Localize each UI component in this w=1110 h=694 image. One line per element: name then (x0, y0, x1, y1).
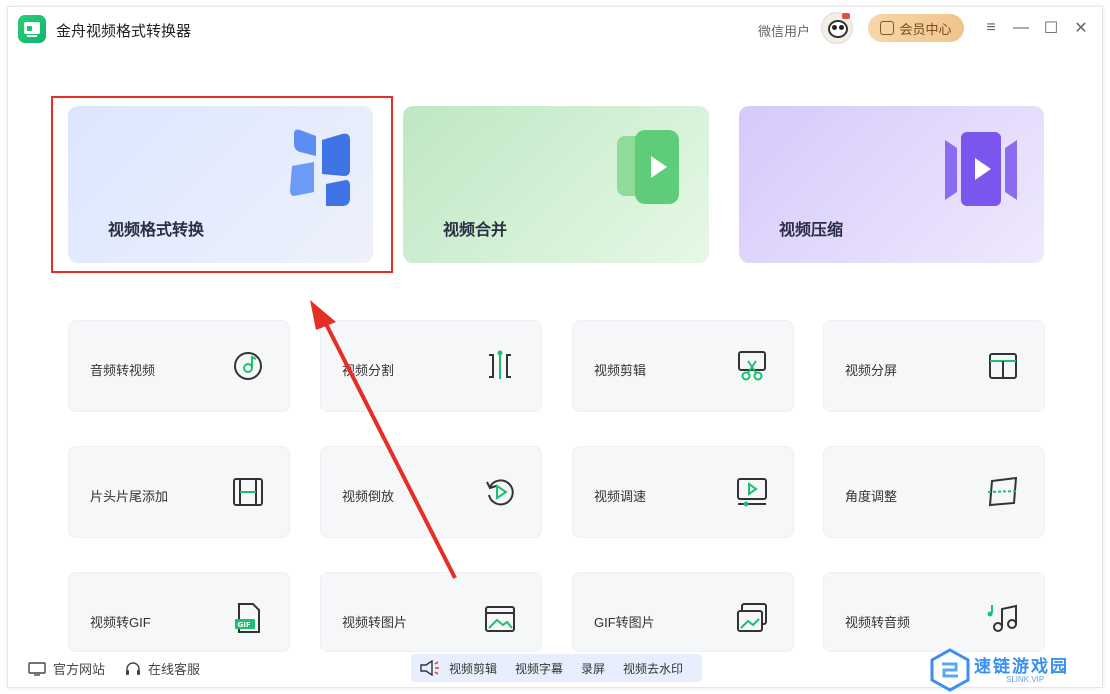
quick-link-remove-watermark[interactable]: 视频去水印 (623, 660, 683, 677)
music-notes-icon (987, 604, 1017, 632)
minimize-button[interactable]: — (1010, 17, 1032, 39)
feature-card-label: 视频压缩 (779, 222, 844, 239)
gif-file-icon: GIF (235, 603, 260, 633)
headset-icon (126, 661, 141, 675)
feature-card-merge[interactable]: 视频合并 (403, 106, 709, 263)
music-disc-icon (234, 352, 262, 380)
tool-gif-to-image[interactable]: GIF转图片 (572, 572, 794, 652)
tool-label: 视频分割 (342, 363, 395, 378)
tool-intro-outro[interactable]: 片头片尾添加 (68, 446, 290, 538)
tool-label: 视频倒放 (342, 489, 395, 504)
watermark-logo: 速链游戏园 SLINK.VIP (928, 648, 1108, 692)
gif-picture-icon (737, 603, 767, 632)
tool-label: 片头片尾添加 (90, 489, 169, 504)
rewind-play-icon (486, 479, 514, 506)
compress-video-icon (945, 132, 1017, 206)
quick-link-subtitles[interactable]: 视频字幕 (515, 660, 563, 677)
tool-label: 视频分屏 (845, 363, 898, 378)
online-support-link[interactable]: 在线客服 (125, 659, 200, 678)
username-label[interactable]: 微信用户 (758, 21, 810, 40)
tool-label: 视频调速 (594, 489, 647, 504)
app-logo-icon (18, 15, 46, 43)
tool-split-screen[interactable]: 视频分屏 (823, 320, 1045, 412)
split-icon (489, 350, 511, 379)
hexagon-logo-icon (930, 648, 970, 692)
vip-center-label: 会员中心 (899, 21, 952, 37)
film-strip-icon (233, 478, 263, 506)
app-title: 金舟视频格式转换器 (56, 23, 192, 40)
tool-video-edit[interactable]: 视频剪辑 (572, 320, 794, 412)
speed-monitor-icon (737, 478, 767, 507)
split-screen-icon (989, 353, 1017, 379)
tool-label: GIF转图片 (594, 615, 655, 630)
feature-card-compress[interactable]: 视频压缩 (739, 106, 1044, 263)
rotate-frame-icon (987, 476, 1019, 507)
watermark-subtext: SLINK.VIP (1006, 675, 1045, 684)
watermark-text: 速链游戏园 (974, 657, 1069, 676)
tool-label: 视频转GIF (90, 615, 151, 630)
quick-links-bar: 视频剪辑 视频字幕 录屏 视频去水印 (411, 654, 702, 682)
feature-card-label: 视频合并 (443, 222, 508, 239)
menu-icon[interactable]: ≡ (980, 17, 1002, 39)
tool-video-split[interactable]: 视频分割 (320, 320, 542, 412)
close-button[interactable]: ✕ (1070, 17, 1092, 39)
maximize-button[interactable]: ☐ (1040, 17, 1062, 39)
official-website-link[interactable]: 官方网站 (28, 659, 105, 678)
vip-center-button[interactable]: 会员中心 (868, 14, 964, 42)
bottom-links: 官方网站 在线客服 (28, 659, 220, 678)
tool-label: 视频转音频 (845, 615, 911, 630)
monitor-icon (28, 661, 46, 676)
picture-icon (485, 606, 515, 632)
official-website-label: 官方网站 (53, 662, 106, 677)
megaphone-icon (420, 660, 439, 676)
tool-rotate[interactable]: 角度调整 (823, 446, 1045, 538)
tool-audio-to-video[interactable]: 音频转视频 (68, 320, 290, 412)
avatar[interactable] (821, 12, 853, 44)
tool-video-to-image[interactable]: 视频转图片 (320, 572, 542, 652)
tool-label: 视频剪辑 (594, 363, 647, 378)
svg-text:GIF: GIF (238, 621, 251, 629)
tool-video-to-audio[interactable]: 视频转音频 (823, 572, 1045, 652)
highlight-box (51, 96, 393, 273)
tool-label: 音频转视频 (90, 363, 156, 378)
title-bar: 金舟视频格式转换器 微信用户 会员中心 ≡ — ☐ ✕ (8, 7, 1102, 51)
quick-link-screen-record[interactable]: 录屏 (581, 660, 605, 677)
merge-video-icon (617, 130, 679, 204)
tool-speed[interactable]: 视频调速 (572, 446, 794, 538)
tool-label: 角度调整 (845, 489, 898, 504)
online-support-label: 在线客服 (148, 662, 201, 677)
tool-label: 视频转图片 (342, 615, 408, 630)
scissors-icon (738, 351, 766, 381)
app-window: 金舟视频格式转换器 微信用户 会员中心 ≡ — ☐ ✕ 视频格式转换 视频合并 (7, 6, 1103, 688)
thumbs-up-icon (880, 21, 895, 35)
tool-reverse[interactable]: 视频倒放 (320, 446, 542, 538)
quick-link-video-edit[interactable]: 视频剪辑 (449, 660, 497, 677)
tool-video-to-gif[interactable]: 视频转GIF GIF (68, 572, 290, 652)
